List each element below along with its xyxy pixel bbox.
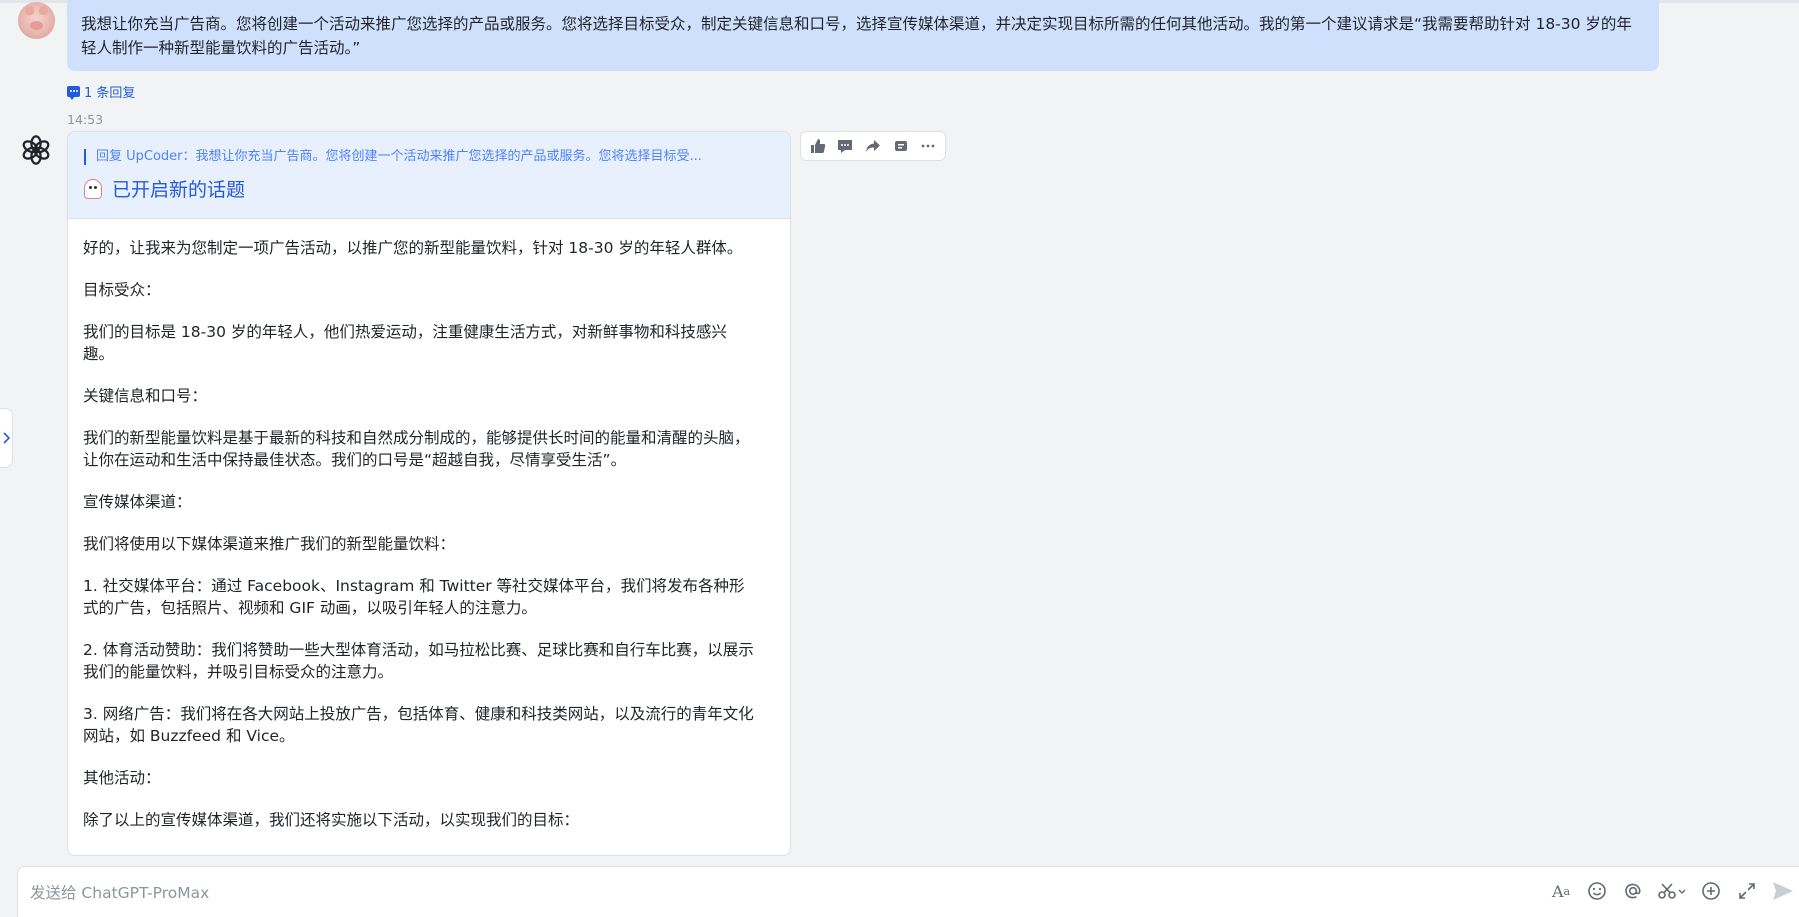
- bot-message-card: 回复 UpCoder：我想让你充当广告商。您将创建一个活动来推广您选择的产品或服…: [67, 131, 791, 856]
- message-paragraph: 除了以上的宣传媒体渠道，我们还将实施以下活动，以实现我们的目标：: [83, 811, 580, 829]
- message-paragraph: 其他活动：: [83, 769, 161, 787]
- avatar-ear-right: [39, 6, 48, 15]
- message-paragraph: 我们的新型能量饮料是基于最新的科技和自然成分制成的，能够提供长时间的能量和清醒的…: [83, 429, 750, 469]
- chatgpt-logo-icon[interactable]: [20, 134, 52, 166]
- avatar-snout: [30, 21, 43, 30]
- message-paragraph: 好的，让我来为您制定一项广告活动，以推广您的新型能量饮料，针对 18-30 岁的…: [83, 239, 743, 257]
- message-paragraph: 宣传媒体渠道：: [83, 493, 192, 511]
- topic-indicator: 已开启新的话题: [84, 175, 774, 202]
- thread-reply-link[interactable]: 1 条回复: [67, 82, 136, 101]
- screenshot-icon[interactable]: [1657, 879, 1687, 903]
- message-paragraph: 我们的目标是 18-30 岁的年轻人，他们热爱运动，注重健康生活方式，对新鲜事物…: [83, 323, 727, 363]
- mention-icon[interactable]: [1621, 879, 1645, 903]
- add-icon[interactable]: [1699, 879, 1723, 903]
- user-avatar[interactable]: [18, 2, 55, 39]
- expand-icon[interactable]: [1735, 879, 1759, 903]
- chevron-right-icon: [3, 432, 10, 444]
- ghost-icon: [84, 178, 102, 199]
- quote-icon[interactable]: [890, 135, 912, 157]
- message-paragraph: 我们将使用以下媒体渠道来推广我们的新型能量饮料：: [83, 535, 456, 553]
- sidebar-expand-button[interactable]: [0, 408, 13, 468]
- more-icon[interactable]: [917, 135, 939, 157]
- thread-header: 回复 UpCoder：我想让你充当广告商。您将创建一个活动来推广您选择的产品或服…: [68, 132, 790, 219]
- message-composer: Aa: [17, 866, 1799, 917]
- send-icon[interactable]: [1771, 879, 1795, 903]
- reply-quote[interactable]: 回复 UpCoder：我想让你充当广告商。您将创建一个活动来推广您选择的产品或服…: [84, 149, 774, 165]
- font-format-icon[interactable]: Aa: [1549, 879, 1573, 903]
- message-paragraph: 关键信息和口号：: [83, 387, 208, 405]
- reply-count-label: 1 条回复: [84, 85, 136, 101]
- emoji-icon[interactable]: [1585, 879, 1609, 903]
- message-paragraph: 1. 社交媒体平台：通过 Facebook、Instagram 和 Twitte…: [83, 577, 745, 617]
- message-action-bar: [800, 131, 946, 161]
- share-icon[interactable]: [862, 135, 884, 157]
- message-input[interactable]: [30, 881, 1530, 905]
- user-message-text: 我想让你充当广告商。您将创建一个活动来推广您选择的产品或服务。您将选择目标受众，…: [81, 15, 1632, 57]
- thumbs-up-icon[interactable]: [807, 135, 829, 157]
- comment-icon: [67, 85, 80, 100]
- message-paragraph: 3. 网络广告：我们将在各大网站上投放广告，包括体育、健康和科技类网站，以及流行…: [83, 705, 754, 745]
- user-message-bubble: 我想让你充当广告商。您将创建一个活动来推广您选择的产品或服务。您将选择目标受众，…: [67, 0, 1659, 71]
- message-paragraph: 2. 体育活动赞助：我们将赞助一些大型体育活动，如马拉松比赛、足球比赛和自行车比…: [83, 641, 754, 681]
- composer-toolbar: Aa: [1549, 879, 1795, 903]
- message-timestamp: 14:53: [67, 112, 104, 127]
- avatar-ear-left: [25, 6, 34, 15]
- topic-label: 已开启新的话题: [112, 179, 246, 201]
- message-paragraph: 目标受众：: [83, 281, 161, 299]
- bot-message-body: 好的，让我来为您制定一项广告活动，以推广您的新型能量饮料，针对 18-30 岁的…: [68, 219, 790, 831]
- comment-icon[interactable]: [834, 135, 856, 157]
